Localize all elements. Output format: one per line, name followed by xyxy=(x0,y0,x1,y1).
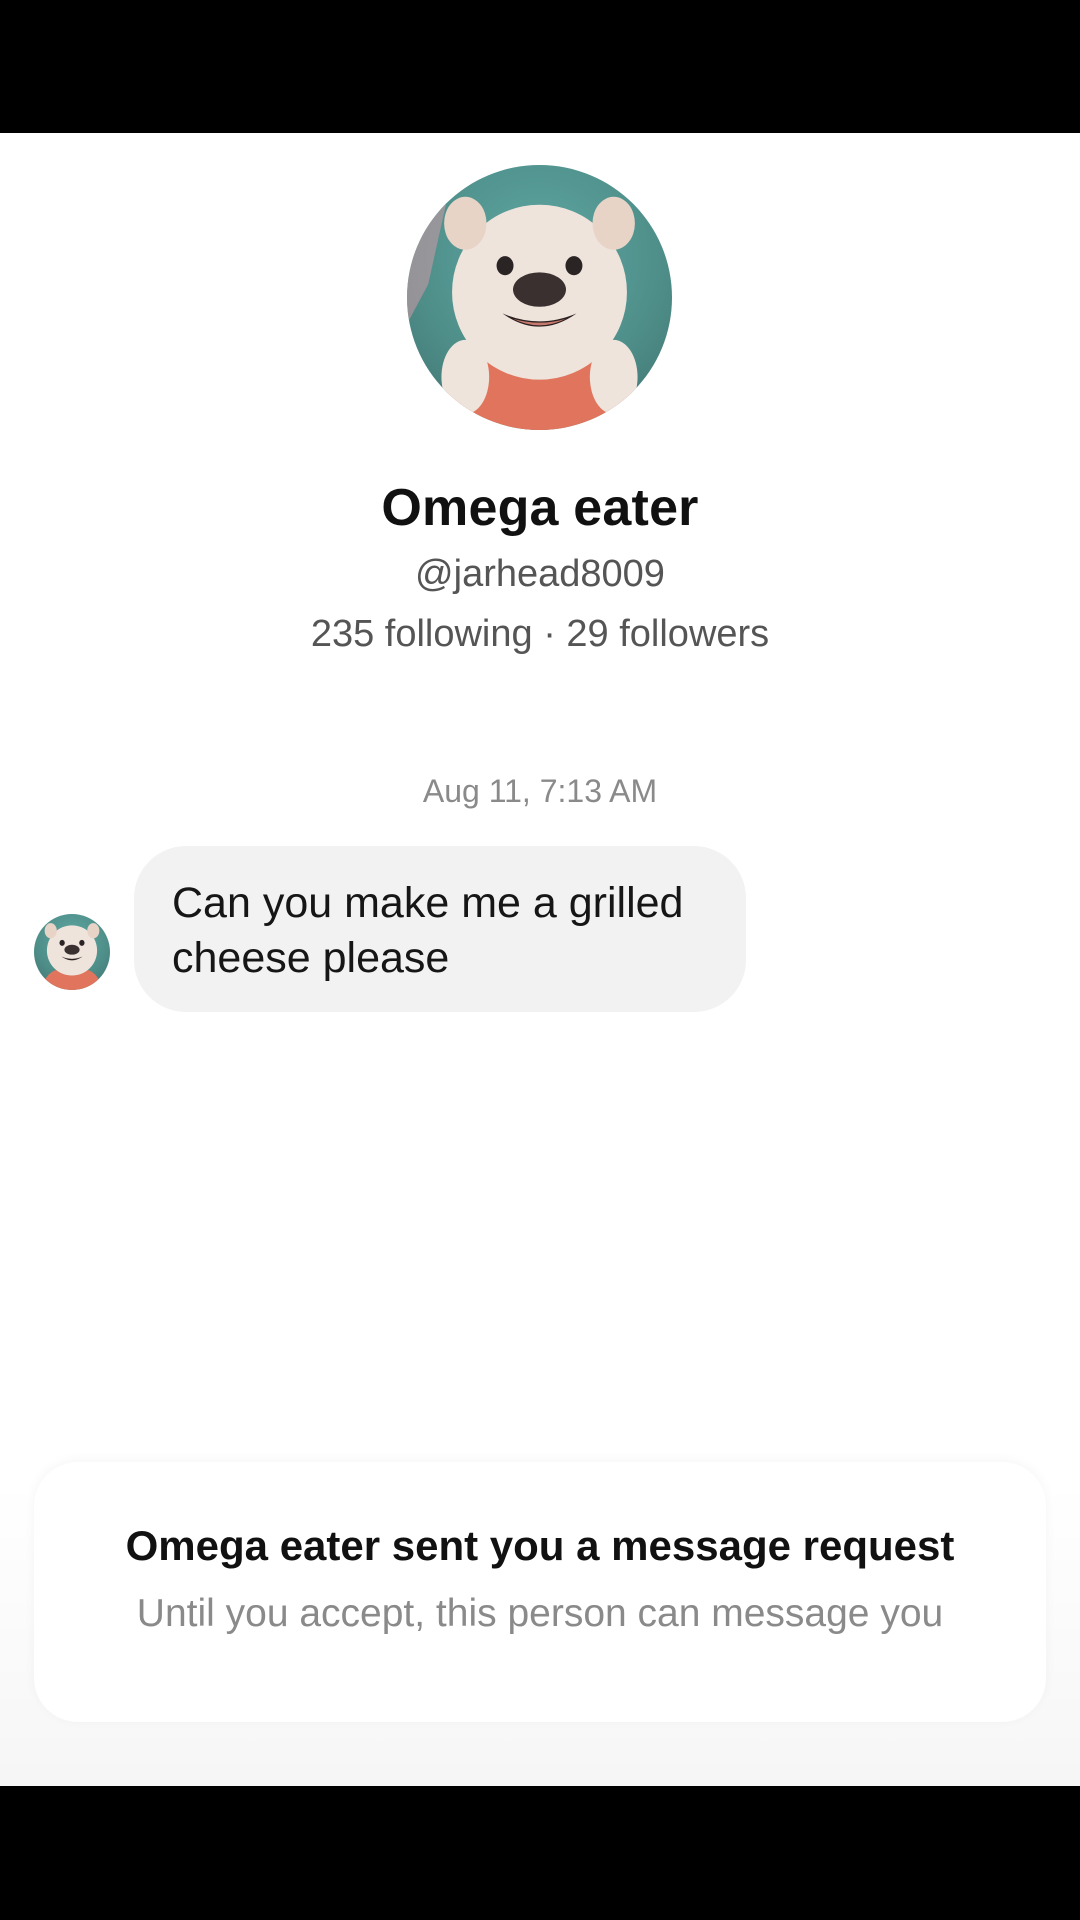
message-bubble[interactable]: Can you make me a grilled cheese please xyxy=(134,846,746,1012)
bulldog-avatar-image xyxy=(41,923,103,990)
bulldog-avatar-image xyxy=(407,165,646,430)
profile-handle: @jarhead8009 xyxy=(415,553,665,595)
request-description: Until you accept, this person can messag… xyxy=(136,1592,944,1635)
profile-stats[interactable]: 235 following · 29 followers xyxy=(0,613,1080,656)
profile-name: Omega eater xyxy=(381,479,699,537)
status-bar xyxy=(0,0,1080,133)
request-title: Omega eater sent you a message request xyxy=(125,1522,955,1569)
incoming-message-row: Can you make me a grilled cheese please xyxy=(0,846,1080,1016)
sender-avatar[interactable] xyxy=(34,914,110,990)
profile-avatar[interactable] xyxy=(407,165,672,430)
navigation-bar xyxy=(0,1786,1080,1920)
message-timestamp: Aug 11, 7:13 AM xyxy=(422,773,658,809)
